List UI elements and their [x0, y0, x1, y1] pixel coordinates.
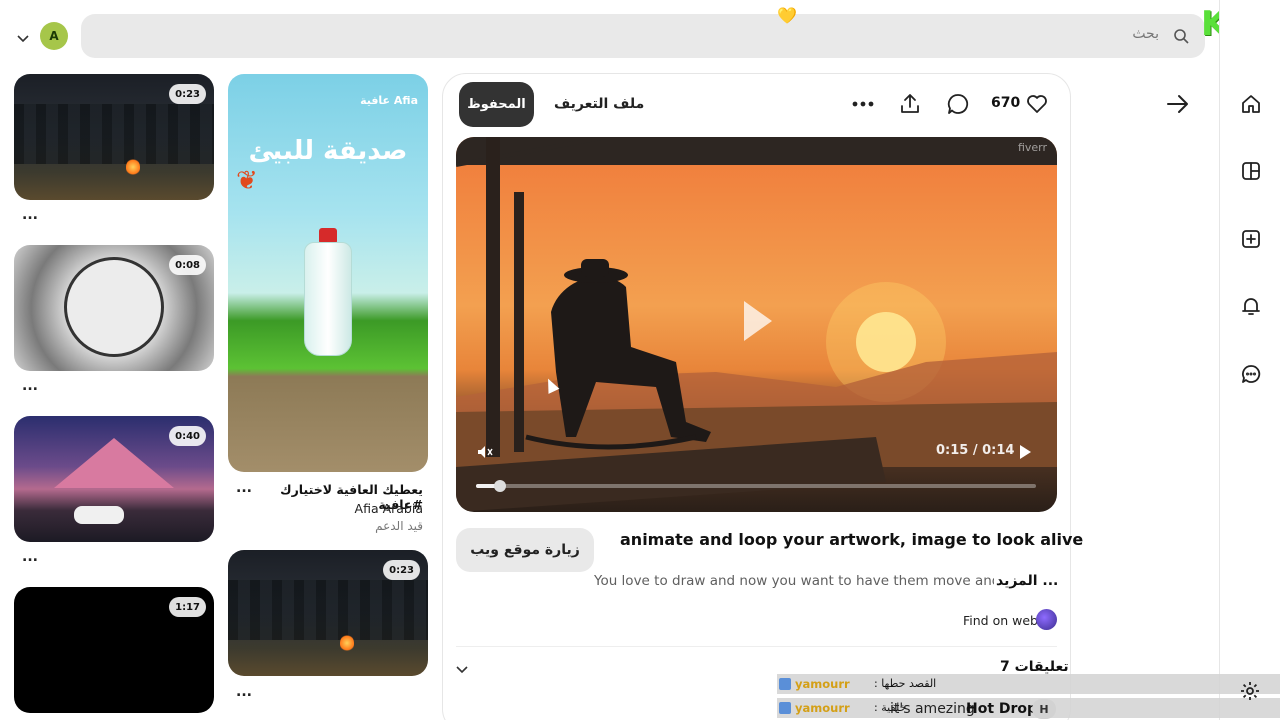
heart-emoji: 💛 [777, 6, 797, 25]
car-graphic [74, 506, 124, 524]
create-icon[interactable] [1240, 228, 1262, 250]
comment-icon[interactable] [946, 92, 970, 116]
more-options-icon[interactable] [851, 92, 875, 116]
ad-author[interactable]: Afia Arabia [236, 501, 423, 516]
trees-graphic [228, 580, 428, 640]
video-duration-badge: 0:23 [169, 84, 206, 104]
video-thumbnail[interactable]: 0:08 [14, 245, 214, 371]
trees-graphic [14, 104, 214, 164]
comment-avatar[interactable]: H [1032, 699, 1056, 719]
chat-username: yamourr [795, 677, 850, 691]
comment-preview-text: it's amezing [890, 701, 975, 717]
find-on-web-link[interactable]: Find on web [963, 613, 1038, 628]
chevron-down-icon[interactable] [455, 661, 469, 675]
pin-more-options[interactable]: ... [22, 549, 38, 565]
video-watermark: fiverr [1017, 141, 1047, 154]
profile-link[interactable]: ملف التعريف [554, 96, 644, 112]
avatar[interactable]: A [40, 22, 68, 50]
pin-more-options[interactable]: ... [22, 207, 38, 223]
comment-preview-author: Hot Drop [966, 701, 1038, 717]
notifications-icon[interactable] [1240, 295, 1262, 317]
saved-button[interactable]: المحفوظ [459, 82, 534, 127]
home-icon[interactable] [1240, 93, 1262, 115]
mountain-graphic [54, 438, 174, 488]
video-thumbnail[interactable]: 0:23 [14, 74, 214, 200]
pin-description: You love to draw and now you want to hav… [594, 573, 994, 589]
comments-count[interactable]: 7 تعليقات [1000, 659, 1069, 675]
heart-icon[interactable] [1025, 92, 1049, 116]
pin-more-options[interactable]: ... [236, 684, 252, 700]
pin-more-options[interactable]: ... [22, 378, 38, 394]
video-duration-badge: 0:40 [169, 426, 206, 446]
video-duration-badge: 0:23 [383, 560, 420, 580]
clock-icon [64, 257, 164, 357]
video-thumbnail[interactable]: 0:40 [14, 416, 214, 542]
search-icon [1173, 28, 1189, 44]
pin-video[interactable]: fiverr 0:15 / 0:14 [456, 137, 1057, 512]
ad-headline: صديقة للبيئ [248, 136, 408, 166]
source-site-icon[interactable] [1036, 609, 1057, 630]
share-icon[interactable] [898, 92, 922, 116]
more-link[interactable]: المزيد ... [996, 573, 1058, 589]
play-small-icon[interactable] [1018, 444, 1032, 464]
search-input[interactable]: بحث [81, 14, 1205, 58]
settings-icon[interactable] [1239, 680, 1261, 702]
play-icon[interactable] [740, 297, 776, 349]
butterfly-icon: ❦ [236, 166, 258, 196]
chat-badge-icon [779, 702, 791, 714]
video-duration-badge: 1:17 [169, 597, 206, 617]
chat-badge-icon [779, 678, 791, 690]
video-time: 0:15 / 0:14 [936, 443, 1015, 458]
ad-pin-image[interactable]: صديقة للبيئ عافية Afia ❦ [228, 74, 428, 472]
search-placeholder: بحث [1132, 26, 1159, 42]
video-progress-bar[interactable] [476, 484, 1036, 488]
ad-promoted-label: قيد الدعم [375, 519, 423, 533]
campfire-icon [126, 158, 140, 176]
campfire-icon [340, 634, 354, 652]
visit-website-button[interactable]: زيارة موقع ويب [456, 528, 594, 572]
video-thumbnail[interactable]: 1:17 [14, 587, 214, 713]
video-thumbnail[interactable]: 0:23 [228, 550, 428, 676]
mute-icon[interactable] [476, 443, 494, 461]
video-duration-badge: 0:08 [169, 255, 206, 275]
chat-username: yamourr [795, 701, 850, 715]
divider [456, 646, 1057, 647]
chevron-down-icon[interactable] [16, 30, 30, 44]
chat-message: yamourr : القصد حطها [777, 674, 1280, 694]
messages-icon[interactable] [1240, 363, 1262, 385]
like-count: 670 [991, 95, 1021, 111]
pinterest-pin-page: A بحث 💛 K 7 المحفوظ ملف التعريف [0, 0, 1280, 720]
chat-text: : القصد حطها [874, 677, 937, 690]
boards-icon[interactable] [1240, 160, 1262, 182]
nav-rail [1219, 0, 1280, 720]
ad-brand-logo: عافية Afia [360, 94, 418, 107]
pin-title: animate and loop your artwork, image to … [620, 530, 1084, 549]
bottle-icon [304, 242, 352, 356]
video-progress-knob[interactable] [494, 480, 506, 492]
back-arrow-icon[interactable] [1166, 93, 1190, 115]
